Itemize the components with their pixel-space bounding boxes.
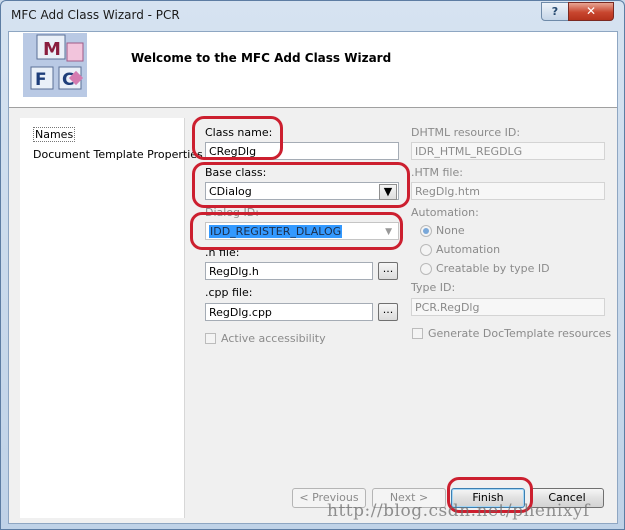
generate-doctemplate-checkbox[interactable] [412,328,423,339]
automation-automation-radio[interactable] [420,244,432,256]
mfc-logo-icon: M F C [23,33,87,97]
automation-none-label: None [436,224,465,237]
class-name-label: Class name: [205,126,273,139]
wizard-window: MFC Add Class Wizard - PCR ? ✕ M F C Wel… [0,0,625,530]
base-class-label: Base class: [205,166,267,179]
nav-item-names[interactable]: Names [33,127,76,142]
automation-label: Automation: [411,206,479,219]
help-button[interactable]: ? [541,2,569,21]
generate-doctemplate-label: Generate DocTemplate resources [428,327,612,340]
class-name-input[interactable]: CRegDlg [205,142,399,160]
type-id-label: Type ID: [411,281,456,294]
htm-file-input[interactable]: RegDlg.htm [411,182,605,200]
active-accessibility-checkbox[interactable] [205,333,216,344]
wizard-header: M F C Welcome to the MFC Add Class Wizar… [9,32,617,107]
automation-automation-label: Automation [436,243,501,256]
dhtml-resource-id-input[interactable]: IDR_HTML_REGDLG [411,142,605,160]
wizard-nav: Names Document Template Properties [20,118,203,518]
watermark-text: http://blog.csdn.net/phenixyf [327,501,590,521]
title-bar[interactable]: MFC Add Class Wizard - PCR ? ✕ [1,1,624,31]
logo-letter-m: M [43,39,61,60]
cpp-file-label: .cpp file: [205,286,253,299]
nav-item-document-template-properties[interactable]: Document Template Properties [33,148,203,161]
logo-letter-f: F [35,70,47,90]
base-class-select[interactable]: CDialog ▼ [205,182,399,200]
window-title: MFC Add Class Wizard - PCR [11,8,180,22]
h-file-browse-button[interactable]: ... [378,262,398,280]
type-id-input[interactable]: PCR.RegDlg [411,298,605,316]
header-divider [9,107,617,108]
combo-arrow-icon[interactable]: ▼ [385,223,392,241]
automation-none-radio[interactable] [420,225,432,237]
page-title: Welcome to the MFC Add Class Wizard [131,51,392,65]
base-class-value: CDialog [209,185,252,198]
active-accessibility-label: Active accessibility [221,332,326,345]
wizard-client-area: M F C Welcome to the MFC Add Class Wizar… [8,31,618,524]
dialog-id-value: IDD_REGISTER_DLALOG [209,225,343,238]
h-file-label: .h file: [205,246,240,259]
automation-creatable-radio[interactable] [420,263,432,275]
chevron-down-icon[interactable]: ▼ [379,184,397,200]
cpp-file-browse-button[interactable]: ... [378,303,398,321]
automation-creatable-label: Creatable by type ID [436,262,550,275]
dhtml-resource-id-label: DHTML resource ID: [411,126,521,139]
htm-file-label: .HTM file: [411,166,463,179]
cpp-file-input[interactable]: RegDlg.cpp [205,303,373,321]
h-file-input[interactable]: RegDlg.h [205,262,373,280]
dialog-id-label: Dialog ID: [205,206,259,219]
dialog-id-combo[interactable]: IDD_REGISTER_DLALOG ▼ [205,222,399,240]
close-button[interactable]: ✕ [568,2,614,21]
